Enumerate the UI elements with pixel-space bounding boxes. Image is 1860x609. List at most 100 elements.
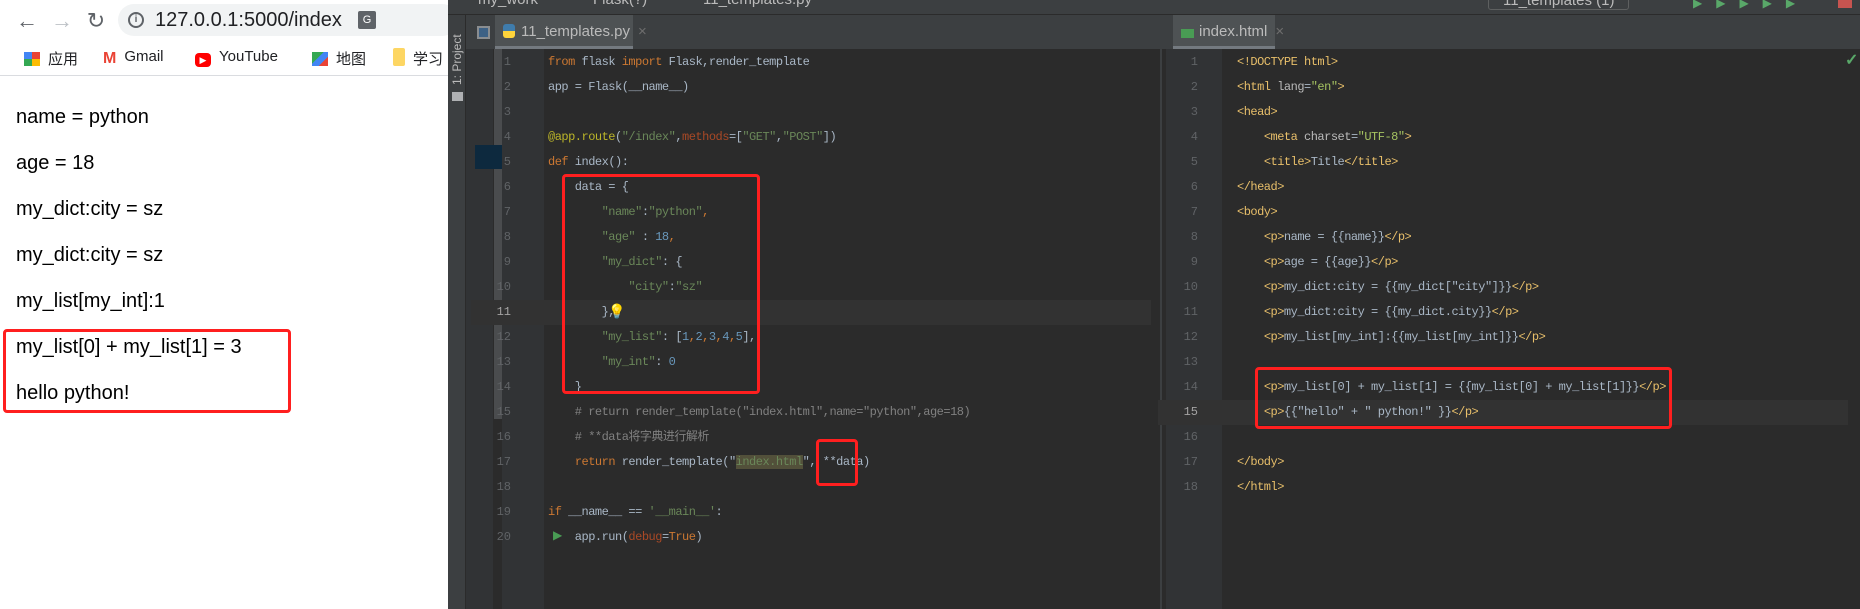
line-number: 2: [503, 80, 511, 94]
breadcrumb-item[interactable]: Flask(?): [593, 0, 647, 8]
code-line[interactable]: </html>: [1237, 475, 1284, 500]
tab-index-html[interactable]: index.html ×: [1173, 15, 1284, 49]
line-number: 14: [1183, 380, 1198, 394]
back-arrow-icon[interactable]: ←: [15, 8, 39, 34]
code-token: <html: [1237, 80, 1278, 94]
right-editor-tabbar: index.html ×: [1160, 15, 1860, 49]
bookmark-folder[interactable]: 学习: [393, 48, 443, 69]
line-number: 1: [1190, 55, 1198, 69]
run-gutter-icon[interactable]: ▶: [553, 528, 562, 542]
run-toolbar-icons[interactable]: ▶▶▶▶▶: [1693, 0, 1809, 10]
bookmark-label: Gmail: [124, 48, 164, 65]
tab-11-templates-py[interactable]: 11_templates.py ×: [495, 15, 647, 49]
bookmark-label: 应用: [48, 51, 79, 68]
bookmarks-bar: 应用 M Gmail ▶ YouTube 地图 学习: [0, 40, 448, 76]
breadcrumb-item[interactable]: 11_templates.py: [703, 0, 812, 8]
code-token: <title>: [1263, 155, 1311, 169]
youtube-icon: ▶: [195, 53, 211, 67]
html-file-icon: [1181, 29, 1194, 38]
line-number: 3: [503, 105, 511, 119]
tab-label: index.html: [1199, 23, 1268, 40]
line-number: 12: [496, 330, 511, 344]
stop-icon[interactable]: [1838, 0, 1852, 8]
code-line[interactable]: <!DOCTYPE html>: [1237, 50, 1338, 75]
code-token: ]): [822, 130, 837, 144]
code-line[interactable]: <p>name = {{name}}</p>: [1237, 225, 1412, 250]
code-line[interactable]: </head>: [1237, 175, 1284, 200]
code-line[interactable]: # return render_template("index.html",na…: [548, 400, 971, 425]
code-line[interactable]: <p>my_dict:city = {{my_dict.city}}</p>: [1237, 300, 1519, 325]
code-token: >: [1337, 80, 1345, 94]
code-line[interactable]: app = Flask(__name__): [548, 75, 689, 100]
line-number: 9: [1190, 255, 1198, 269]
forward-arrow-icon[interactable]: →: [50, 8, 74, 34]
line-number: 2: [1190, 80, 1198, 94]
translate-icon[interactable]: G: [358, 11, 376, 29]
code-line[interactable]: app.run(debug=True): [548, 525, 703, 550]
bookmark-gmail[interactable]: M Gmail: [103, 48, 164, 67]
line-number: 14: [496, 380, 511, 394]
url-text[interactable]: 127.0.0.1:5000/index: [155, 9, 342, 32]
page-line: age = 18: [16, 152, 95, 174]
code-line[interactable]: from flask import Flask,render_template: [548, 50, 810, 75]
close-tab-icon[interactable]: ×: [1275, 23, 1284, 40]
code-token: <body>: [1237, 205, 1278, 219]
maps-icon: [312, 52, 328, 66]
line-number: 1: [503, 55, 511, 69]
close-tab-icon[interactable]: ×: [638, 23, 647, 40]
code-token: True: [668, 530, 696, 544]
folder-icon[interactable]: [452, 92, 463, 101]
line-number: 10: [496, 280, 511, 294]
line-number: 5: [1190, 155, 1198, 169]
line-number: 6: [1190, 180, 1198, 194]
reload-icon[interactable]: ↻: [84, 8, 108, 34]
code-line[interactable]: <p>age = {{age}}</p>: [1237, 250, 1399, 275]
info-icon[interactable]: i: [128, 12, 144, 28]
code-token: charset: [1304, 130, 1351, 144]
code-token: "GET": [742, 130, 776, 144]
code-line[interactable]: <head>: [1237, 100, 1278, 125]
code-token: ,: [775, 130, 783, 144]
code-token: </p>: [1371, 255, 1398, 269]
code-line[interactable]: <p>my_dict:city = {{my_dict["city"]}}</p…: [1237, 275, 1539, 300]
code-line[interactable]: <p>my_list[my_int]:{{my_list[my_int]}}</…: [1237, 325, 1546, 350]
structure-icon[interactable]: [477, 26, 490, 39]
code-line[interactable]: <meta charset="UTF-8">: [1237, 125, 1412, 150]
code-line[interactable]: </body>: [1237, 450, 1284, 475]
code-token: @app.route: [548, 130, 616, 144]
code-line[interactable]: <title>Title</title>: [1237, 150, 1399, 175]
page-line: my_list[my_int]:1: [16, 290, 165, 312]
code-token: >: [1404, 130, 1412, 144]
code-token: app = Flask(__name__): [548, 80, 689, 94]
code-line[interactable]: @app.route("/index",methods=["GET","POST…: [548, 125, 837, 150]
bookmark-youtube[interactable]: ▶ YouTube: [195, 48, 278, 67]
breadcrumb-item[interactable]: my_work: [478, 0, 538, 8]
address-bar[interactable]: i 127.0.0.1:5000/index G: [118, 4, 448, 36]
code-token: render_template(": [615, 455, 736, 469]
bookmark-label: 学习: [413, 51, 444, 68]
code-token: __name__ ==: [561, 505, 649, 519]
code-line[interactable]: def index():: [548, 150, 629, 175]
code-line[interactable]: # **data将字典进行解析: [548, 425, 710, 450]
code-token: =: [1304, 80, 1311, 94]
code-line[interactable]: <html lang="en">: [1237, 75, 1345, 100]
bookmark-maps[interactable]: 地图: [312, 48, 366, 69]
bookmark-apps[interactable]: 应用: [24, 48, 78, 69]
code-line[interactable]: <body>: [1237, 200, 1278, 225]
line-number: 8: [1190, 230, 1198, 244]
run-config-dropdown[interactable]: 11_templates (1): [1488, 0, 1630, 10]
code-token: "UTF-8": [1357, 130, 1405, 144]
code-line[interactable]: if __name__ == '__main__':: [548, 500, 723, 525]
code-token: <meta: [1263, 130, 1305, 144]
project-tool-button[interactable]: 1: Project: [450, 25, 464, 85]
code-token: <p>: [1263, 280, 1285, 294]
code-token: my_dict:city = {{my_dict["city"]}}: [1283, 280, 1512, 294]
code-token: <p>: [1263, 255, 1285, 269]
line-number: 7: [1190, 205, 1198, 219]
code-token: "/index": [621, 130, 676, 144]
apps-grid-icon: [24, 52, 40, 66]
code-token: name = {{name}}: [1283, 230, 1385, 244]
